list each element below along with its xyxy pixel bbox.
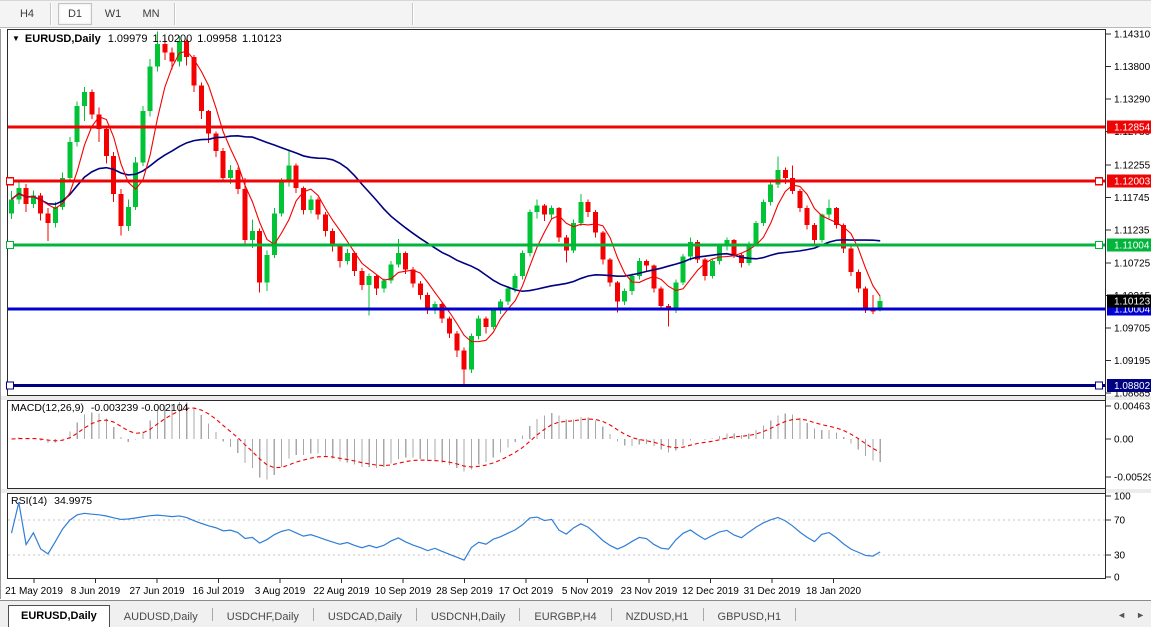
chart-canvas[interactable]: 1.143101.138001.132901.127801.122551.117… (1, 29, 1151, 599)
panel-splitter[interactable] (1, 396, 1151, 400)
tab-divider (795, 608, 797, 621)
hline-1.10004[interactable] (8, 307, 1105, 311)
hline-handle[interactable] (5, 177, 15, 186)
hline-1.12854[interactable] (8, 125, 1105, 129)
hline-handle[interactable] (1094, 177, 1104, 186)
toolbar-separator (412, 3, 414, 25)
tab-usdchf-daily[interactable]: USDCHF,Daily (213, 607, 313, 627)
rsi-tick-label: 0 (1114, 573, 1120, 584)
ohlc-close: 1.10123 (242, 33, 282, 45)
tab-nzdusd-h1[interactable]: NZDUSD,H1 (612, 607, 703, 627)
tab-eurusd-daily[interactable]: EURUSD,Daily (8, 605, 110, 627)
chart-dropdown-icon[interactable]: ▼ (12, 34, 20, 43)
hline-handle[interactable] (1094, 381, 1104, 390)
toolbar-separator (174, 3, 176, 25)
date-tick-label: 27 Jun 2019 (129, 586, 184, 597)
macd-tick-label: -0.005299 (1114, 472, 1151, 483)
chart-tab-bar: EURUSD,Daily AUDUSD,Daily USDCHF,Daily U… (0, 600, 1151, 627)
rsi-label: RSI(14) 34.9975 (11, 495, 92, 507)
chart-title-bar: ▼ EURUSD,Daily 1.09979 1.10200 1.09958 1.1012… (12, 33, 282, 45)
price-badge-1.12003: 1.12003 (1107, 174, 1151, 188)
price-badge-1.08802: 1.08802 (1107, 379, 1151, 393)
macd-label: MACD(12,26,9) -0.003239 -0.002104 (11, 402, 188, 414)
date-tick-label: 16 Jul 2019 (193, 586, 245, 597)
rsi-value: 34.9975 (54, 495, 93, 507)
panel-splitter[interactable] (1, 489, 1151, 493)
price-tick-label: 1.14310 (1114, 30, 1151, 41)
date-tick-label: 10 Sep 2019 (375, 586, 432, 597)
date-tick-label: 12 Dec 2019 (682, 586, 739, 597)
timeframe-toolbar: H4 D1 W1 MN (0, 1, 1151, 28)
date-tick-label: 21 May 2019 (5, 586, 63, 597)
date-tick-label: 23 Nov 2019 (621, 586, 678, 597)
macd-values: -0.003239 -0.002104 (90, 402, 189, 414)
price-tick-label: 1.12255 (1114, 161, 1151, 172)
price-tick-label: 1.13290 (1114, 95, 1151, 106)
ohlc-low: 1.09958 (197, 33, 238, 45)
rsi-tick-label: 70 (1114, 516, 1126, 527)
price-tick-label: 1.09195 (1114, 356, 1151, 367)
svg-text:1.11004: 1.11004 (1114, 240, 1150, 251)
ohlc-high: 1.10200 (152, 33, 193, 45)
rsi-tick-label: 100 (1114, 492, 1131, 503)
macd-tick-label: 0.00463 (1114, 401, 1151, 412)
current-price-badge: 1.10123 (1107, 294, 1151, 308)
date-tick-label: 3 Aug 2019 (255, 586, 306, 597)
date-tick-label: 28 Sep 2019 (436, 586, 493, 597)
hline-handle[interactable] (5, 381, 15, 390)
date-tick-label: 22 Aug 2019 (313, 586, 370, 597)
timeframe-button-d1[interactable]: D1 (58, 3, 92, 25)
timeframe-button-h4[interactable]: H4 (10, 3, 44, 25)
tab-gbpusd-h1[interactable]: GBPUSD,H1 (704, 607, 796, 627)
ohlc-open: 1.09979 (107, 33, 148, 45)
price-tick-label: 1.11235 (1114, 226, 1150, 237)
date-tick-label: 8 Jun 2019 (71, 586, 121, 597)
panel-frame (7, 493, 1106, 579)
date-tick-label: 18 Jan 2020 (806, 586, 861, 597)
macd-tick-label: 0.00 (1114, 435, 1134, 446)
tab-usdcad-daily[interactable]: USDCAD,Daily (314, 607, 416, 627)
hline-handle[interactable] (5, 240, 15, 250)
tab-usdcnh-daily[interactable]: USDCNH,Daily (417, 607, 520, 627)
price-tick-label: 1.10725 (1114, 258, 1151, 269)
hline-1.11004[interactable] (8, 243, 1105, 247)
rsi-tick-label: 30 (1114, 551, 1126, 562)
hline-1.12003[interactable] (8, 179, 1105, 183)
date-tick-label: 17 Oct 2019 (499, 586, 554, 597)
rsi-name: RSI(14) (11, 495, 48, 507)
svg-text:1.12854: 1.12854 (1114, 122, 1151, 133)
price-badge-1.12854: 1.12854 (1107, 120, 1151, 134)
svg-text:1.12003: 1.12003 (1114, 177, 1151, 188)
mt4-window: H4 D1 W1 MN 1.143101.138001.132901.12780… (0, 0, 1151, 627)
chart-symbol-label: EURUSD,Daily (24, 33, 101, 45)
tab-scroll-left-icon[interactable]: ◄ (1117, 611, 1126, 620)
svg-text:1.08802: 1.08802 (1114, 381, 1151, 392)
chart-region: 1.143101.138001.132901.127801.122551.117… (0, 29, 1151, 599)
tab-eurgbp-h4[interactable]: EURGBP,H4 (520, 607, 610, 627)
price-tick-label: 1.09705 (1114, 323, 1151, 334)
tab-scroll-right-icon[interactable]: ► (1136, 611, 1145, 620)
tab-audusd-daily[interactable]: AUDUSD,Daily (110, 607, 212, 627)
hline-handle[interactable] (1094, 240, 1104, 250)
timeframe-button-mn[interactable]: MN (134, 3, 168, 25)
price-tick-label: 1.13800 (1114, 62, 1151, 73)
svg-text:1.10123: 1.10123 (1114, 297, 1151, 308)
date-tick-label: 5 Nov 2019 (562, 586, 614, 597)
hline-1.08802[interactable] (8, 384, 1105, 388)
timeframe-button-w1[interactable]: W1 (96, 3, 130, 25)
macd-name: MACD(12,26,9) (11, 402, 84, 414)
toolbar-separator (50, 3, 52, 25)
date-tick-label: 31 Dec 2019 (744, 586, 801, 597)
price-badge-1.11004: 1.11004 (1107, 238, 1151, 252)
price-tick-label: 1.11745 (1114, 193, 1150, 204)
